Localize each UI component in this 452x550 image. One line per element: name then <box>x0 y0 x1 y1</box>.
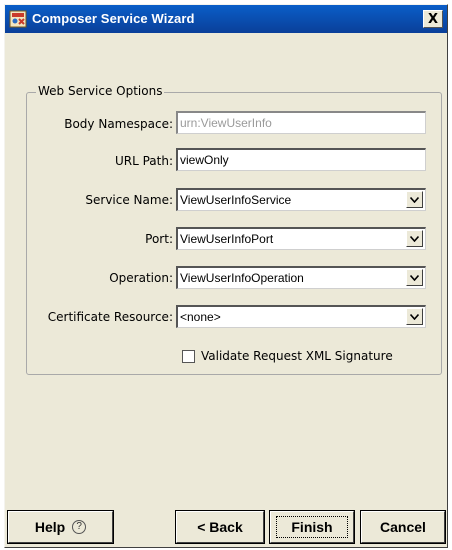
chevron-down-icon[interactable] <box>406 269 423 286</box>
certificate-resource-value: <none> <box>180 310 221 324</box>
chevron-down-icon[interactable] <box>406 191 423 208</box>
help-button-label: Help <box>34 519 66 535</box>
certificate-resource-label: Certificate Resource: <box>47 310 173 324</box>
cancel-button[interactable]: Cancel <box>360 510 446 544</box>
chevron-down-icon[interactable] <box>406 230 423 247</box>
help-button[interactable]: Help ? <box>7 510 114 544</box>
close-icon: X <box>427 11 439 27</box>
validate-signature-label: Validate Request XML Signature <box>201 349 393 363</box>
question-circle-icon: ? <box>72 520 87 534</box>
service-name-value: ViewUserInfoService <box>180 193 292 207</box>
body-namespace-field: urn:ViewUserInfo <box>176 111 426 134</box>
url-path-field[interactable]: viewOnly <box>176 148 426 171</box>
port-dropdown[interactable]: ViewUserInfoPort <box>176 227 426 250</box>
window-title: Composer Service Wizard <box>32 11 195 26</box>
back-button[interactable]: < Back <box>175 510 265 544</box>
group-legend: Web Service Options <box>36 84 165 98</box>
certificate-resource-dropdown[interactable]: <none> <box>176 305 426 328</box>
back-button-label: < Back <box>197 519 243 535</box>
operation-label: Operation: <box>109 271 173 285</box>
title-bar[interactable]: Composer Service Wizard X <box>5 5 447 33</box>
validate-signature-option[interactable]: Validate Request XML Signature <box>182 348 393 364</box>
operation-value: ViewUserInfoOperation <box>180 271 304 285</box>
validate-signature-checkbox[interactable] <box>182 349 195 363</box>
close-button[interactable]: X <box>423 10 443 28</box>
port-label: Port: <box>145 232 173 246</box>
finish-focus-ring <box>276 516 348 538</box>
chevron-down-icon[interactable] <box>406 308 423 325</box>
composer-app-icon <box>9 10 27 28</box>
service-name-dropdown[interactable]: ViewUserInfoService <box>176 188 426 211</box>
finish-button[interactable]: Finish <box>269 510 355 544</box>
wizard-window: Composer Service Wizard X Web Service Op… <box>4 4 448 548</box>
operation-dropdown[interactable]: ViewUserInfoOperation <box>176 266 426 289</box>
cancel-button-label: Cancel <box>380 519 426 535</box>
url-path-label: URL Path: <box>114 154 173 168</box>
port-value: ViewUserInfoPort <box>180 232 274 246</box>
service-name-label: Service Name: <box>85 193 173 207</box>
body-namespace-label: Body Namespace: <box>64 117 173 131</box>
